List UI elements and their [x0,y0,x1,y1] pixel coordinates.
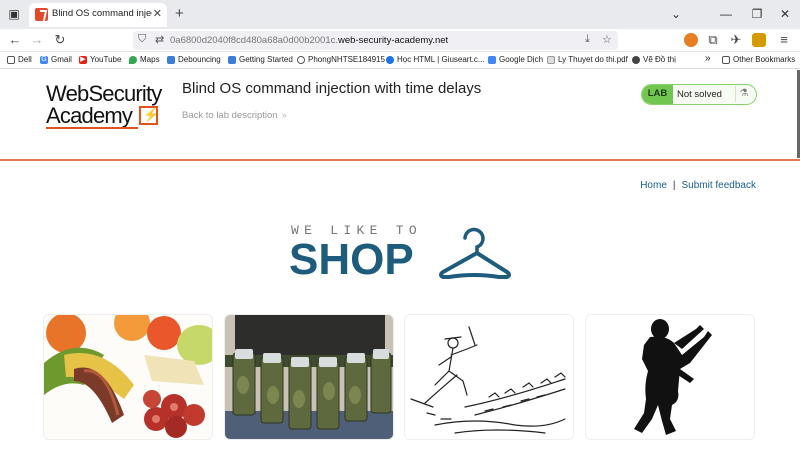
lab-title: Blind OS command injection with time del… [182,80,482,97]
bookmark-item[interactable]: Dell [7,55,32,64]
forward-arrow-icon[interactable]: → [29,32,45,48]
bookmark-item[interactable]: PhongNHTSE184915 [297,55,385,64]
window-close-icon[interactable]: ✕ [777,6,793,22]
portswigger-favicon-icon [35,8,48,21]
tab-close-icon[interactable]: ✕ [153,7,162,20]
logo-line-2: Academy [46,103,133,128]
extensions-puzzle-icon[interactable]: ⧉ [705,32,721,48]
site-icon [386,55,394,64]
bookmark-star-icon[interactable]: ☆ [602,33,612,46]
bookmark-item[interactable]: Vẽ Đồ thị [632,55,676,64]
new-tab-icon[interactable]: + [175,5,184,22]
food-platter-sausage-image [44,315,212,439]
tab-overview-icon[interactable]: ▣ [6,6,22,22]
product-card[interactable] [43,314,213,440]
home-link[interactable]: Home [640,180,667,191]
bookmarks-bar: Dell G Gmail ▶ YouTube Maps Debouncing Get… [0,52,800,69]
minimize-icon[interactable]: — [718,6,734,22]
double-chevron-right-icon: » [281,110,287,121]
url-text: 0a6800d2040f8cd480a68a0d00b2001c.web-sec… [170,35,449,46]
product-card[interactable] [585,314,755,440]
site-info-icon[interactable]: ⇄ [155,33,164,46]
bookmark-item[interactable]: Học HTML | Giuseart.c... [386,55,485,64]
lightning-bolt-icon [139,106,159,125]
youtube-icon: ▶ [79,55,87,64]
logo-line-1: WebSecurity [46,81,162,106]
reload-icon[interactable]: ↻ [52,32,68,48]
extension-ball-icon[interactable] [684,33,698,47]
download-page-icon[interactable]: ⤓ [585,33,590,46]
translate-icon [488,55,496,64]
silhouette-figure-image [586,315,754,439]
lab-status-text: Not solved [677,89,722,100]
other-bookmarks[interactable]: Other Bookmarks [722,55,795,64]
google-icon: G [40,55,48,64]
hanger-icon [439,227,511,279]
submit-feedback-link[interactable]: Submit feedback [682,180,757,191]
globe-icon [297,55,305,64]
back-arrow-icon[interactable]: ← [7,32,23,48]
restore-icon[interactable]: ❐ [749,6,765,22]
sketch-skier-image [405,315,573,439]
browser-nav-bar: ← → ↻ ⛉ ⇄ 0a6800d2040f8cd480a68a0d00b200… [0,29,800,52]
product-card[interactable] [224,314,394,440]
file-icon [547,55,555,64]
link-separator: | [672,180,676,191]
active-tab[interactable]: Blind OS command injection w ✕ [29,3,167,27]
logo-underline [46,127,138,129]
bookmark-item[interactable]: Maps [129,55,160,64]
shop-heading: SHOP [289,235,414,284]
extension-bird-icon[interactable]: ✈ [728,32,744,48]
bookmark-item[interactable]: G Gmail [40,55,72,64]
bookmark-item[interactable]: Debouncing [167,55,221,64]
header-divider [0,159,800,161]
bookmark-item[interactable]: ▶ YouTube [79,55,121,64]
menu-icon[interactable]: ≡ [776,32,792,48]
maps-pin-icon [129,55,137,64]
tab-title: Blind OS command injection w [52,8,152,19]
top-links: Home | Submit feedback [640,180,756,191]
lab-badge: LAB [642,85,673,104]
shield-icon[interactable]: ⛉ [138,33,146,46]
tab-list-chevron-icon[interactable]: ⌄ [668,6,684,22]
lab-status-widget: LAB Not solved ⚗ [641,84,757,105]
site-icon [228,55,236,64]
bookmark-item[interactable]: Getting Started [228,55,293,64]
beer-belt-image [225,315,393,439]
site-icon [167,55,175,64]
bookmark-item[interactable]: Ly Thuyet do thi.pdf [547,55,628,64]
browser-tab-bar: ▣ Blind OS command injection w ✕ + ⌄ — ❐… [0,0,800,29]
address-bar[interactable]: ⛉ ⇄ 0a6800d2040f8cd480a68a0d00b2001c.web… [133,31,618,50]
product-card[interactable] [404,314,574,440]
folder-icon [7,55,15,64]
bookmarks-overflow-icon[interactable]: » [705,53,711,64]
flask-icon: ⚗ [735,86,752,102]
back-to-description-link[interactable]: Back to lab description» [182,110,287,121]
bookmark-item[interactable]: Google Dịch [488,55,543,64]
graph-icon [632,55,640,64]
web-security-academy-logo[interactable]: WebSecurity Academy [46,83,171,129]
folder-icon [722,55,730,64]
extension-burp-icon[interactable] [752,33,766,47]
